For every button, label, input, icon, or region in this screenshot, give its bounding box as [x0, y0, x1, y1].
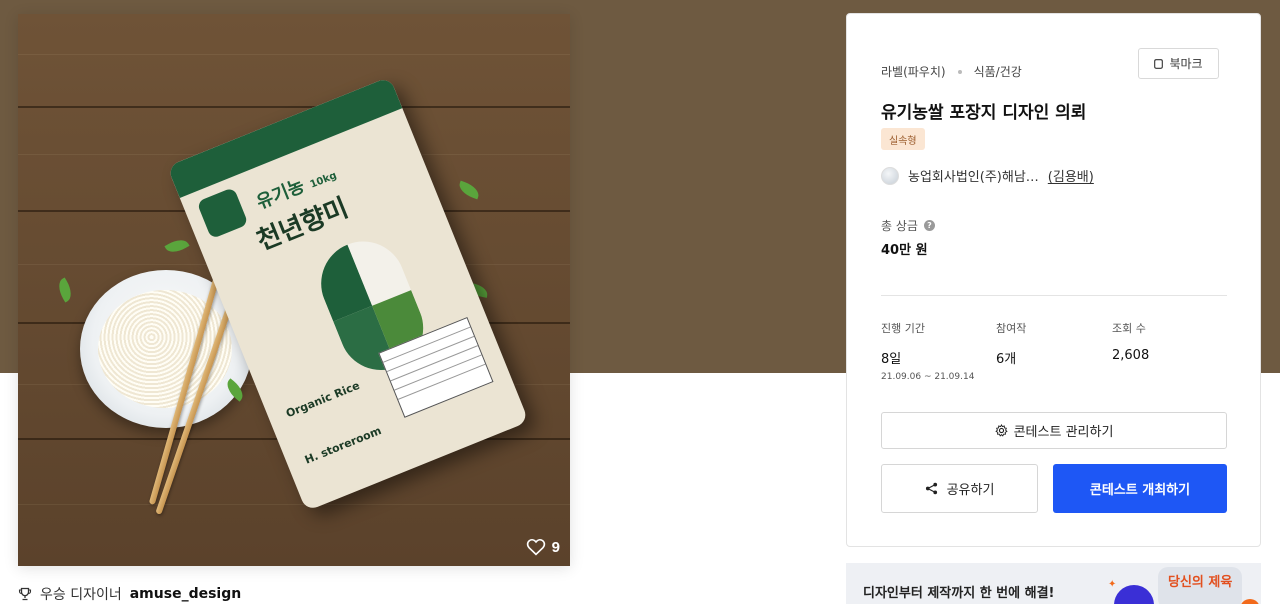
share-icon — [925, 482, 937, 495]
prize-value: 40만 원 — [881, 243, 928, 258]
breadcrumb-separator — [957, 69, 962, 74]
stat-period-value: 8일 — [881, 352, 902, 367]
prize-label: 총 상금 ? — [881, 217, 935, 234]
prize-label-text: 총 상금 — [881, 219, 918, 233]
client-avatar — [881, 166, 899, 185]
contest-info-card: 라벨(파우치) 식품/건강 북마크 유기농쌀 포장지 디자인 의뢰 실속형 농업… — [846, 13, 1261, 547]
plan-badge: 실속형 — [881, 128, 925, 150]
page-title: 유기농쌀 포장지 디자인 의뢰 — [881, 103, 1087, 123]
package-text-en: Organic Rice — [284, 378, 362, 421]
category-secondary[interactable]: 식품/건강 — [974, 63, 1022, 80]
stat-views-value: 2,608 — [1112, 348, 1150, 363]
banner-circle — [1114, 585, 1154, 604]
manage-contest-button[interactable]: 콘테스트 관리하기 — [881, 412, 1227, 449]
likes-count: 9 — [551, 538, 560, 556]
stat-views: 조회 수 2,608 — [1112, 320, 1149, 363]
stat-entries-label: 참여작 — [996, 322, 1027, 335]
wood-grain — [18, 54, 570, 55]
gear-icon — [994, 424, 1008, 437]
manage-contest-label: 콘테스트 관리하기 — [1013, 425, 1114, 440]
leaf-decoration — [456, 180, 482, 200]
breadcrumb: 라벨(파우치) 식품/건강 — [881, 63, 1022, 80]
share-label: 공유하기 — [946, 483, 995, 498]
stat-views-label: 조회 수 — [1112, 322, 1146, 335]
promo-banner[interactable]: 디자인부터 제작까지 한 번에 해결! ✦ 당신의 제육 — [846, 563, 1261, 604]
rice-package: 유기농 10kg 천년향미 Organic Rice H. storeroom — [167, 76, 529, 512]
banner-text: 디자인부터 제작까지 한 번에 해결! — [863, 586, 1055, 601]
stat-period-dates: 21.09.06 ~ 21.09.14 — [881, 372, 975, 382]
heart-icon — [526, 539, 545, 556]
trophy-icon — [18, 587, 32, 601]
stat-period-label: 진행 기간 — [881, 322, 925, 335]
banner-logo: 당신의 제육 — [1168, 575, 1233, 590]
client-person-link[interactable]: (김용배) — [1048, 166, 1094, 185]
open-contest-button[interactable]: 콘테스트 개최하기 — [1053, 464, 1227, 513]
sparkle-icon: ✦ — [1108, 579, 1117, 590]
product-image[interactable]: 유기농 10kg 천년향미 Organic Rice H. storeroom … — [18, 14, 570, 566]
leaf-decoration — [54, 277, 76, 303]
divider — [881, 295, 1227, 296]
designer-name[interactable]: amuse_design — [130, 586, 241, 602]
category-primary[interactable]: 라벨(파우치) — [881, 63, 946, 80]
bookmark-icon — [1154, 58, 1164, 69]
winner-prefix: 우승 디자이너 — [40, 587, 122, 603]
leaf-decoration — [164, 235, 190, 257]
share-button[interactable]: 공유하기 — [881, 464, 1038, 513]
wood-plank-line — [18, 106, 570, 108]
stat-period: 진행 기간 8일 21.09.06 ~ 21.09.14 — [881, 320, 974, 382]
bookmark-label: 북마크 — [1169, 57, 1203, 71]
package-logo — [196, 187, 249, 240]
bookmark-button[interactable]: 북마크 — [1138, 48, 1219, 79]
stat-entries-value: 6개 — [996, 352, 1017, 367]
client-info: 농업회사법인(주)해남… (김용배) — [881, 166, 1094, 185]
package-text-brand: H. storeroom — [302, 424, 384, 467]
help-icon[interactable]: ? — [923, 220, 935, 231]
winner-designer: 우승 디자이너 amuse_design — [18, 584, 241, 604]
stat-entries: 참여작 6개 — [996, 320, 1026, 367]
banner-dot — [1240, 599, 1260, 604]
like-button[interactable]: 9 — [526, 538, 560, 556]
client-name: 농업회사법인(주)해남… — [908, 170, 1039, 185]
wood-grain — [18, 504, 570, 505]
